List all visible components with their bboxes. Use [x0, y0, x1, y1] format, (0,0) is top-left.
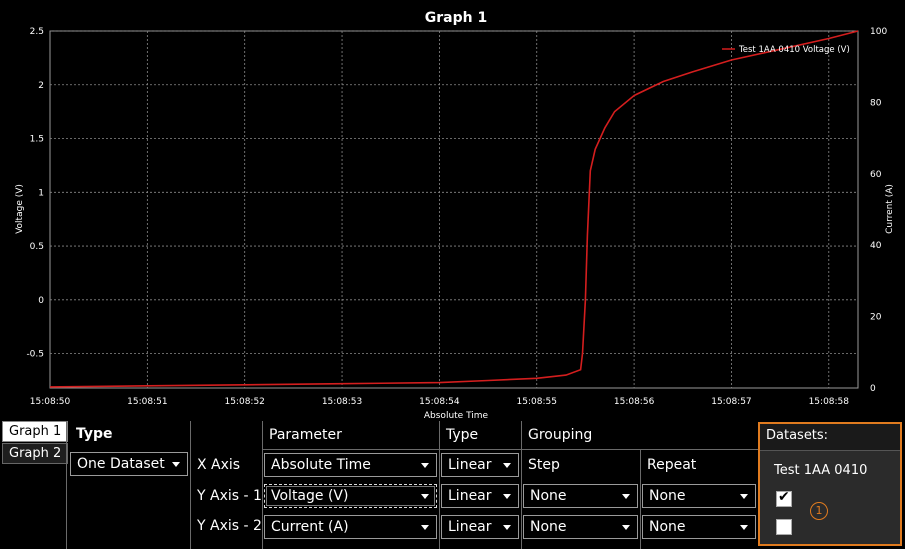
x-axis-type-value: Linear — [448, 457, 492, 473]
x-tick-label: 15:08:58 — [809, 397, 850, 407]
y-tick-label: 2.5 — [30, 27, 44, 37]
y-axis-1-repeat-select[interactable]: None — [642, 484, 756, 508]
chevron-down-icon — [503, 463, 511, 468]
row-label-y-axis-1: Y Axis - 1 — [197, 488, 262, 504]
chevron-down-icon — [622, 525, 630, 530]
y-tick-label: 0 — [38, 296, 44, 306]
y-tick-label: -0.5 — [26, 350, 44, 360]
type-header: Type — [76, 426, 113, 442]
y-tick-label: 1 — [38, 188, 44, 198]
axis-ticks: 15:08:50 15:08:51 15:08:52 15:08:53 15:08:54… — [26, 27, 887, 407]
y2-tick-label: 60 — [870, 170, 882, 180]
x-tick-label: 15:08:53 — [322, 397, 362, 407]
step-header: Step — [528, 457, 560, 473]
chevron-down-icon — [421, 525, 429, 530]
chevron-down-icon — [740, 494, 748, 499]
y-axis-2-type-value: Linear — [448, 519, 492, 535]
x-axis-parameter-select[interactable]: Absolute Time — [264, 453, 437, 477]
y-axis-1-parameter-select[interactable]: Voltage (V) — [264, 484, 437, 508]
grid-lines — [50, 30, 858, 388]
y2-tick-label: 80 — [870, 98, 882, 108]
x-tick-label: 15:08:56 — [614, 397, 655, 407]
y2-tick-label: 20 — [870, 313, 882, 323]
chevron-down-icon — [740, 525, 748, 530]
y-axis-2-repeat-value: None — [649, 519, 686, 535]
y2-axis-label: Current (A) — [885, 184, 895, 234]
chevron-down-icon — [421, 494, 429, 499]
tab-graph-2[interactable]: Graph 2 — [2, 443, 69, 464]
row-label-y-axis-2: Y Axis - 2 — [197, 518, 262, 534]
x-axis-type-select[interactable]: Linear — [441, 453, 519, 477]
chevron-down-icon — [503, 525, 511, 530]
dataset-type-select[interactable]: One Dataset — [70, 452, 188, 476]
y-axis-1-step-select[interactable]: None — [523, 484, 638, 508]
parameter-header: Parameter — [269, 427, 342, 443]
chevron-down-icon — [421, 463, 429, 468]
datasets-panel: Datasets: Test 1AA 0410 ✔ 1 — [758, 422, 902, 546]
dataset-type-value: One Dataset — [77, 456, 165, 472]
chevron-down-icon — [172, 462, 180, 467]
divider — [640, 450, 641, 549]
y-axis-1-type-value: Linear — [448, 488, 492, 504]
datasets-header-bar: Datasets: — [760, 424, 900, 451]
y-axis-2-repeat-select[interactable]: None — [642, 515, 756, 539]
divider — [190, 421, 191, 549]
row-label-x-axis: X Axis — [197, 457, 241, 473]
annotation-marker: 1 — [810, 502, 828, 520]
y-axis-2-type-select[interactable]: Linear — [441, 515, 519, 539]
x-tick-label: 15:08:51 — [127, 397, 167, 407]
legend-label: Test 1AA 0410 Voltage (V) — [738, 45, 850, 55]
grouping-header: Grouping — [528, 427, 593, 443]
y-axis-1-repeat-value: None — [649, 488, 686, 504]
dataset-checkbox-2[interactable] — [776, 519, 792, 535]
x-tick-label: 15:08:54 — [419, 397, 460, 407]
divider — [439, 421, 440, 549]
x-axis-parameter-value: Absolute Time — [271, 457, 371, 473]
y-tick-label: 2 — [38, 81, 44, 91]
y-axis-2-parameter-value: Current (A) — [271, 519, 349, 535]
y-axis-1-parameter-value: Voltage (V) — [271, 488, 349, 504]
y-axis-2-parameter-select[interactable]: Current (A) — [264, 515, 437, 539]
divider — [262, 421, 263, 549]
divider — [521, 421, 522, 549]
graph-chart: Graph 1 15:08:50 15:08:51 15:08:52 15:08:53… — [15, 10, 895, 421]
chevron-down-icon — [622, 494, 630, 499]
y2-tick-label: 40 — [870, 241, 882, 251]
datasets-header: Datasets: — [766, 428, 829, 443]
y-tick-label: 0.5 — [30, 242, 44, 252]
axis-type-header: Type — [446, 427, 479, 443]
divider — [66, 421, 67, 549]
graph-title: Graph 1 — [425, 10, 487, 26]
y-axis-label: Voltage (V) — [15, 184, 25, 234]
y2-tick-label: 100 — [870, 27, 887, 37]
tab-graph-1[interactable]: Graph 1 — [2, 421, 69, 442]
y-axis-1-step-value: None — [530, 488, 567, 504]
dataset-checkbox-1[interactable]: ✔ — [776, 489, 792, 507]
y-axis-2-step-select[interactable]: None — [523, 515, 638, 539]
dataset-name: Test 1AA 0410 — [774, 463, 868, 478]
x-tick-label: 15:08:55 — [517, 397, 557, 407]
x-tick-label: 15:08:50 — [30, 397, 71, 407]
repeat-header: Repeat — [647, 457, 697, 473]
divider — [262, 449, 758, 450]
chevron-down-icon — [503, 494, 511, 499]
x-tick-label: 15:08:52 — [224, 397, 264, 407]
y-tick-label: 1.5 — [30, 135, 44, 145]
y2-tick-label: 0 — [870, 384, 876, 394]
y-axis-2-step-value: None — [530, 519, 567, 535]
y-axis-1-type-select[interactable]: Linear — [441, 484, 519, 508]
x-tick-label: 15:08:57 — [711, 397, 751, 407]
checkmark-icon: ✔ — [778, 489, 790, 505]
